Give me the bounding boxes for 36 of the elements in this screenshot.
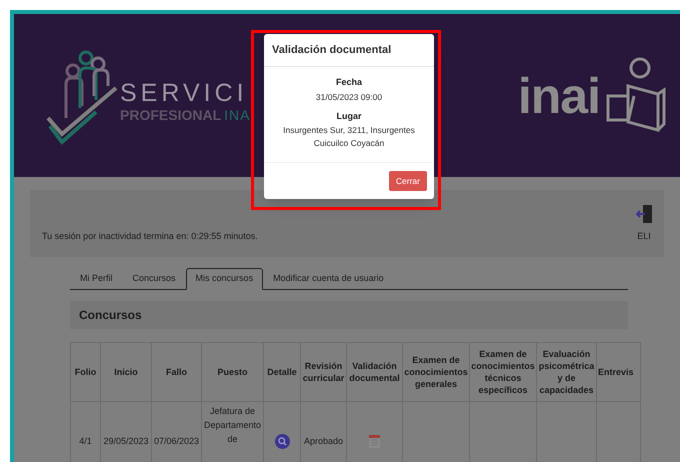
panel-title: Concursos [79, 307, 142, 324]
session-timeout-text: Tu sesión por inactividad termina en: 0:29:55 minutos. [42, 230, 258, 243]
table-cell-text: 07/06/2023 [154, 434, 200, 448]
user-name: ELI [637, 230, 651, 242]
column-header: Examen de conocimientos técnicos específicos [471, 348, 535, 396]
modal-title: Validación documental [272, 42, 392, 58]
table-cell-text: Aprobado [304, 434, 344, 448]
brand-subtitle-accent: INA [224, 108, 250, 122]
close-button[interactable]: Cerrar [388, 171, 427, 191]
logout-icon[interactable] [636, 204, 652, 222]
column-header: Evaluación psicométrica y de capacidades [538, 348, 595, 396]
table-cell-text: 4/1 [79, 434, 92, 448]
brand-title: SERVICI [120, 81, 249, 106]
column-header: Entrevis [598, 366, 634, 378]
table-cell-text: Jefatura de Departamento de [204, 405, 262, 446]
column-header: Fallo [166, 366, 187, 378]
column-header: Puesto [217, 366, 248, 378]
column-header: Examen de conocimientos generales [404, 354, 468, 390]
column-header: Revisión curricular [302, 360, 345, 384]
field-value: 31/05/2023 09:00 [316, 90, 382, 104]
field-label: Lugar [336, 110, 362, 123]
column-header: Detalle [267, 366, 297, 378]
column-header: Folio [74, 366, 96, 378]
tab[interactable]: Mis concursos [186, 268, 264, 290]
column-header: Validación documental [348, 360, 401, 384]
brand-logo-text: inai [518, 70, 600, 120]
tab[interactable]: Mi Perfil [70, 268, 123, 290]
tab[interactable]: Concursos [122, 268, 186, 290]
search-icon[interactable] [274, 434, 290, 448]
field-value: Insurgentes Sur, 3211, Insurgentes Cuicuilco Coyacán [282, 124, 416, 150]
table-cell-text: 29/05/2023 [103, 434, 149, 448]
tab[interactable]: Modificar cuenta de usuario [263, 268, 394, 290]
brand-subtitle: PROFESIONAL [120, 108, 222, 122]
field-label: Fecha [336, 76, 362, 89]
column-header: Inicio [114, 366, 138, 378]
calendar-icon[interactable] [369, 434, 380, 448]
